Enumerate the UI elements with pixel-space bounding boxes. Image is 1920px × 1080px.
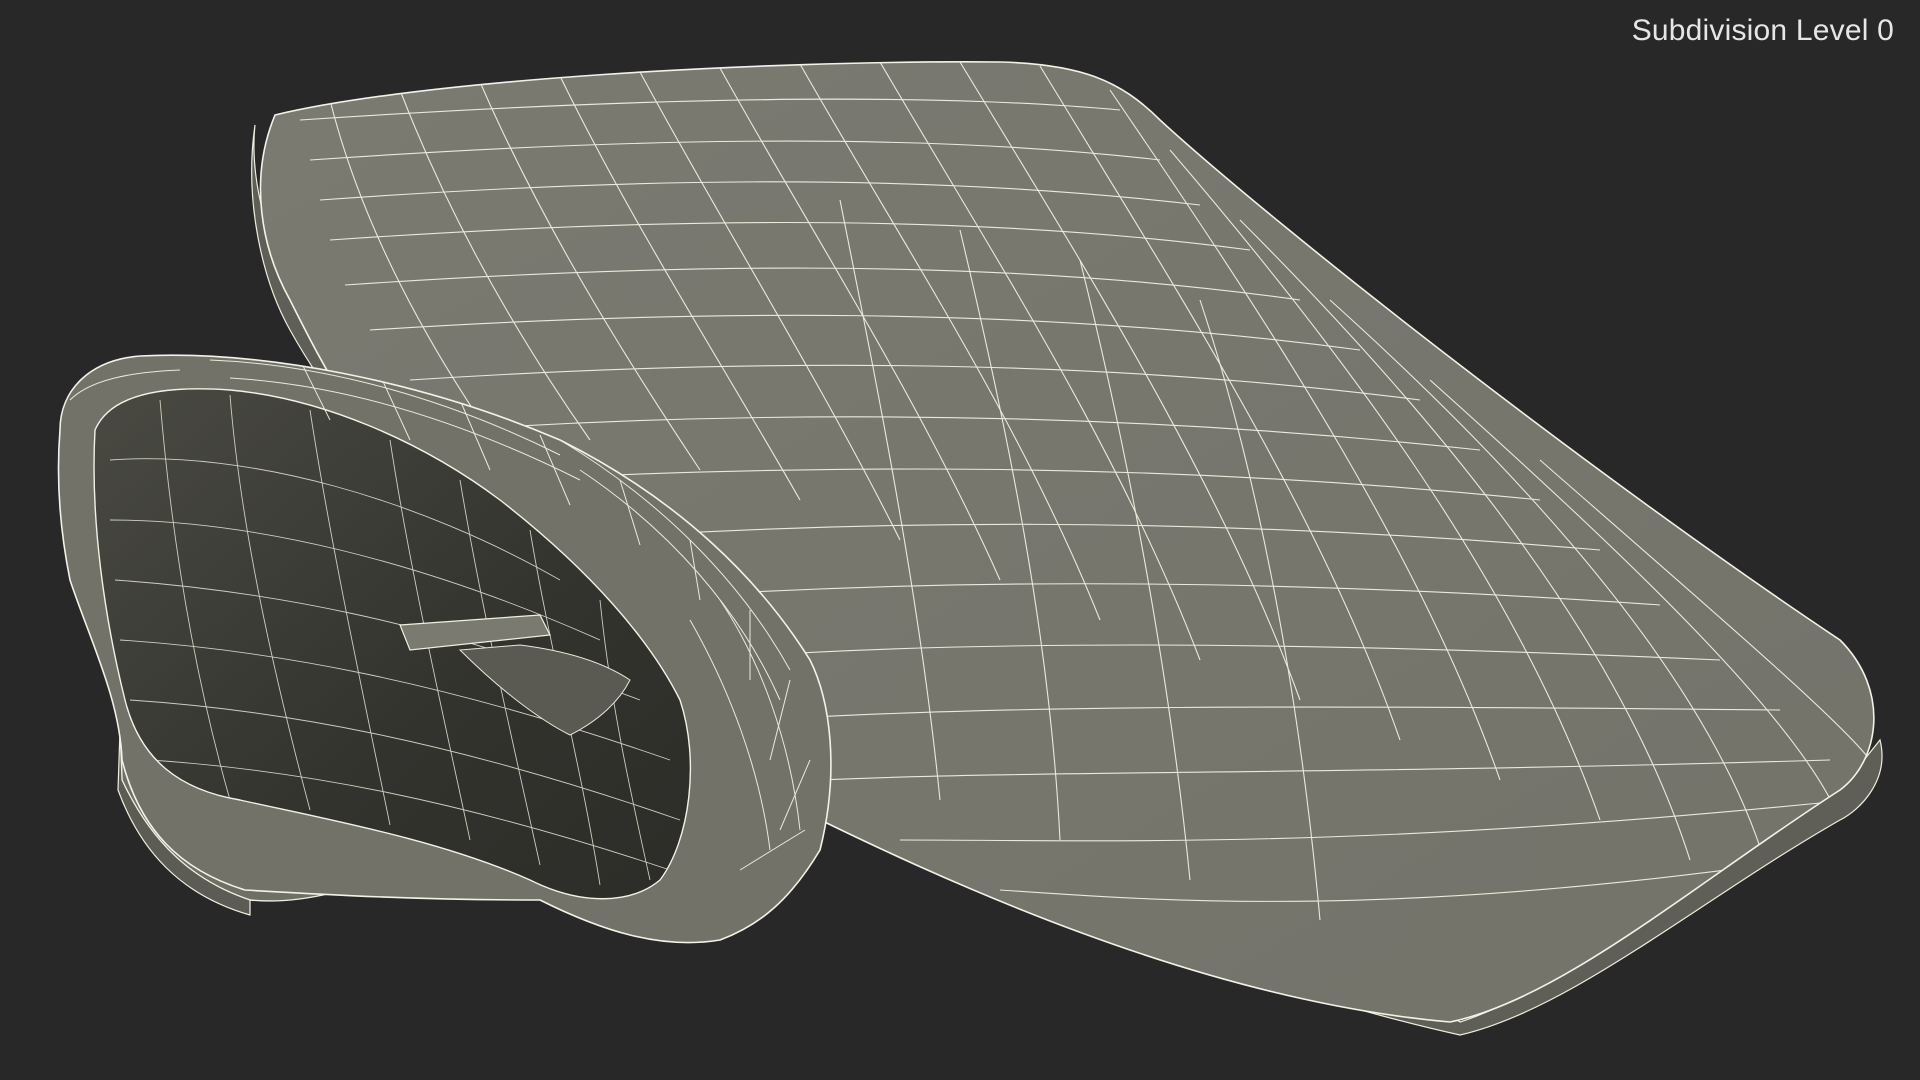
wireframe-model [57,61,1883,1036]
render-viewport: Subdivision Level 0 [0,0,1920,1080]
